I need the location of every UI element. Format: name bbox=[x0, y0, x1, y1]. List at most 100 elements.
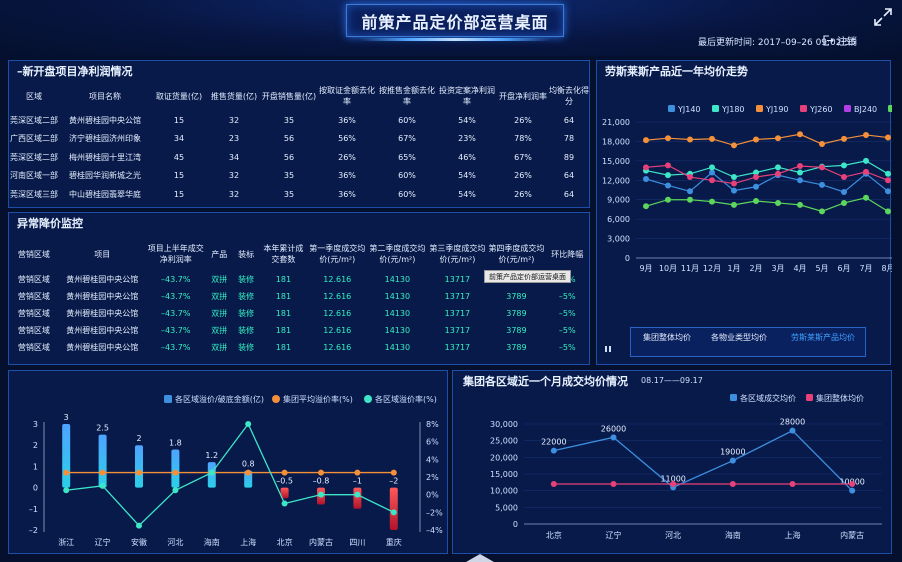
data-point bbox=[643, 203, 649, 210]
column-header: 营销区域 bbox=[17, 249, 50, 259]
trend-panel-title: 劳斯莱斯产品近一年均价走势 bbox=[605, 65, 748, 78]
table-cell: 15 bbox=[173, 189, 185, 199]
data-label: 22000 bbox=[541, 438, 566, 447]
table-row[interactable]: 营销区域 黄州碧桂园中央公馆 –43.7% 双拼 装修 181 12.616 14130 137… bbox=[9, 288, 589, 305]
table-row[interactable]: 河南区域一部 碧桂园华润新城之光 15 32 35 36% 60% 54% 26% 64 bbox=[9, 167, 589, 186]
table-cell: 装修 bbox=[238, 275, 255, 284]
logout-button[interactable]: 注销 bbox=[823, 33, 857, 48]
table-cell: 54% bbox=[458, 189, 476, 199]
data-point bbox=[136, 469, 142, 476]
data-point bbox=[245, 469, 252, 476]
column-header: 环比降幅 bbox=[551, 249, 584, 259]
legend-swatch bbox=[756, 105, 763, 112]
table-cell: 黄州碧桂园中央公馆 bbox=[66, 326, 139, 335]
data-point bbox=[709, 135, 715, 142]
column-header: 项目 bbox=[94, 249, 111, 259]
series-line bbox=[553, 429, 853, 492]
legend-label: YJ260 bbox=[809, 105, 833, 114]
x-tick-label: 1月 bbox=[727, 264, 740, 273]
data-point bbox=[797, 169, 803, 176]
table-cell: 181 bbox=[275, 275, 292, 284]
table-cell: 13717 bbox=[444, 275, 471, 284]
data-point bbox=[819, 141, 825, 148]
data-point bbox=[63, 487, 70, 494]
table-row[interactable]: 莞深区域三部 中山碧桂园翡翠华庭 15 32 35 36% 60% 54% 26% 64 bbox=[9, 185, 589, 204]
bar bbox=[389, 487, 398, 530]
y-tick-label-right: –2% bbox=[426, 508, 443, 517]
legend-swatch bbox=[730, 394, 737, 401]
bar-value-label: –0.8 bbox=[313, 477, 330, 486]
logout-icon bbox=[823, 35, 834, 46]
x-tick-label: 安徽 bbox=[131, 537, 147, 547]
table-cell: 26% bbox=[514, 171, 532, 181]
x-tick-label: 辽宁 bbox=[95, 537, 111, 547]
tab-rolls-royce-avg[interactable]: 劳斯莱斯产品均价 bbox=[791, 332, 861, 343]
table-cell: 双拼 bbox=[211, 275, 228, 284]
table-cell: 12.616 bbox=[323, 343, 352, 352]
table-row[interactable]: 营销区域 黄州碧桂园中央公馆 –43.7% 双拼 装修 181 12.616 14130 137… bbox=[9, 339, 589, 356]
table-cell: –5% bbox=[558, 343, 576, 352]
bottom-handle[interactable] bbox=[466, 554, 494, 562]
x-tick-label: 2月 bbox=[749, 264, 762, 273]
x-tick-label: 5月 bbox=[815, 264, 828, 273]
table-row[interactable]: 广西区域二部 济宁碧桂园济州印象 34 23 56 56% 67% 23% 78% 78 bbox=[9, 130, 589, 149]
data-point bbox=[797, 163, 803, 170]
x-tick-label: 4月 bbox=[793, 264, 806, 273]
table-cell: 181 bbox=[275, 309, 292, 318]
y-tick-label-right: 4% bbox=[426, 455, 439, 464]
table-cell: 碧桂园华润新城之光 bbox=[69, 171, 141, 181]
data-point bbox=[665, 182, 671, 189]
y-tick-label: 21,000 bbox=[602, 118, 630, 127]
table-cell: 78% bbox=[514, 134, 532, 144]
region-chart: 0 5,000 10,000 15,000 20,000 25,000 30,000 北京 辽宁… bbox=[490, 393, 882, 540]
table-cell: 78 bbox=[563, 134, 575, 144]
y-tick-label-right: 8% bbox=[426, 420, 439, 429]
column-header: 第一季度成交均价(元/m²) bbox=[309, 244, 366, 264]
data-point bbox=[797, 201, 803, 208]
data-point bbox=[731, 201, 737, 208]
table-cell: 13717 bbox=[444, 309, 471, 318]
legend-swatch bbox=[844, 105, 851, 112]
data-point bbox=[172, 487, 179, 494]
data-point bbox=[99, 482, 106, 489]
data-point bbox=[318, 469, 324, 476]
fullscreen-icon[interactable] bbox=[872, 6, 894, 28]
column-header: 第四季度成交均价(元/m²) bbox=[488, 244, 545, 264]
region-panel-date: 08.17——09.17 bbox=[641, 376, 703, 385]
profit-table-body: 莞深区域二部 黄州碧桂园中央公馆 15 32 35 36% 60% 54% 26% 64 广西区域二… bbox=[9, 111, 589, 204]
x-tick-label: 四川 bbox=[349, 538, 365, 547]
data-point bbox=[841, 162, 847, 169]
tab-group-avg[interactable]: 集团整体均价 bbox=[643, 332, 691, 343]
table-cell: 莞深区域二部 bbox=[10, 152, 58, 162]
table-row[interactable]: 莞深区域二部 黄州碧桂园中央公馆 15 32 35 36% 60% 54% 26% 64 bbox=[9, 111, 589, 130]
data-point bbox=[863, 157, 869, 164]
x-tick-label: 12月 bbox=[703, 264, 721, 273]
x-tick-label: 北京 bbox=[546, 530, 562, 540]
tab-property-type-avg[interactable]: 各物业类型均价 bbox=[711, 332, 767, 343]
y-tick-label: 15,000 bbox=[490, 470, 518, 479]
x-tick-label: 8月 bbox=[881, 264, 892, 273]
x-tick-label: 辽宁 bbox=[606, 530, 622, 540]
y-tick-label: 12,000 bbox=[602, 176, 630, 185]
data-point bbox=[863, 168, 869, 175]
profit-panel: –新开盘项目净利润情况 区域 项目名称 取证货量(亿) 推售货量(亿) 开盘销售量(亿)… bbox=[8, 60, 590, 208]
data-point bbox=[670, 481, 677, 487]
table-cell: 23 bbox=[228, 134, 240, 144]
y-tick-label: 25,000 bbox=[490, 437, 518, 446]
legend-label: YJ140 bbox=[677, 105, 701, 114]
table-cell: 26% bbox=[514, 115, 532, 125]
table-row[interactable]: 营销区域 黄州碧桂园中央公馆 –43.7% 双拼 装修 181 12.616 14130 137… bbox=[9, 305, 589, 322]
table-row[interactable]: 营销区域 黄州碧桂园中央公馆 –43.7% 双拼 装修 181 12.616 14130 137… bbox=[9, 322, 589, 339]
table-cell: –43.7% bbox=[161, 343, 191, 352]
table-cell: –43.7% bbox=[161, 309, 191, 318]
legend-label: YJ180 bbox=[721, 105, 745, 114]
table-cell: 3789 bbox=[506, 326, 527, 335]
profit-panel-title: –新开盘项目净利润情况 bbox=[17, 65, 133, 78]
data-point bbox=[687, 174, 693, 181]
table-cell: 32 bbox=[228, 115, 240, 125]
table-cell: 黄州碧桂园中央公馆 bbox=[66, 309, 139, 318]
table-row[interactable]: 莞深区域二部 梅州碧桂园十里江湾 45 34 56 26% 65% 46% 67% 89 bbox=[9, 148, 589, 167]
legend-label: 集团平均溢价率(%) bbox=[283, 394, 353, 404]
data-point bbox=[245, 421, 252, 427]
pause-icon[interactable] bbox=[604, 345, 612, 355]
